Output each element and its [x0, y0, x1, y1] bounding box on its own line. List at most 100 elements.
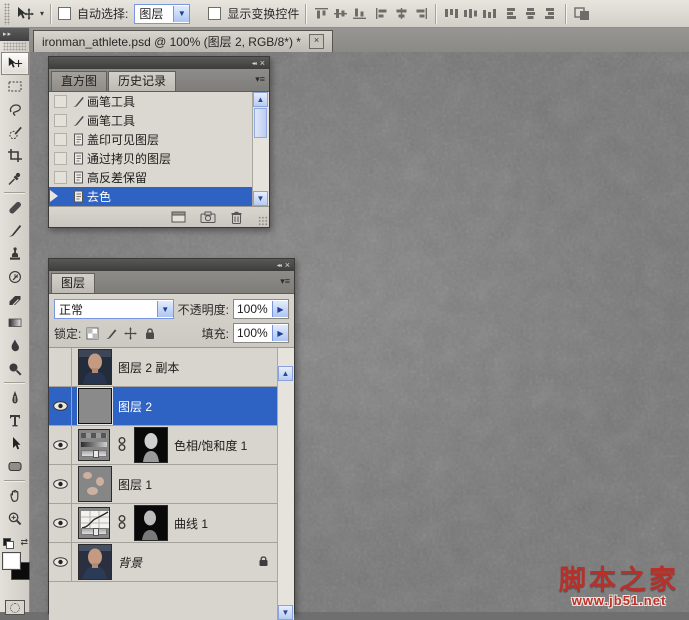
toolbox-collapse-icon[interactable]: ▸▸ — [0, 28, 29, 41]
layer-row[interactable]: 图层 2 副本 — [49, 348, 277, 387]
rectangular-marquee-tool[interactable] — [1, 75, 29, 98]
layer-row[interactable]: 曲线 1 — [49, 504, 277, 543]
distribute-vertical-centers-icon[interactable] — [462, 5, 479, 22]
scroll-down-icon[interactable]: ▼ — [278, 605, 293, 620]
collapse-panel-icon[interactable]: ◂◂ — [252, 60, 257, 67]
document-tab[interactable]: ironman_athlete.psd @ 100% (图层 2, RGB/8*… — [33, 30, 333, 52]
tab-histogram[interactable]: 直方图 — [51, 71, 108, 91]
eyedropper-tool[interactable] — [1, 167, 29, 190]
history-source-well[interactable] — [54, 152, 67, 165]
clone-stamp-tool[interactable] — [1, 242, 29, 265]
opacity-slider-arrow-icon[interactable]: ▶ — [272, 301, 288, 317]
panel-menu-icon[interactable]: ▾≡ — [280, 276, 290, 287]
align-vertical-centers-icon[interactable] — [332, 5, 349, 22]
layers-panel-titlebar[interactable]: ◂◂ × — [49, 259, 294, 271]
history-source-well[interactable] — [54, 133, 67, 146]
auto-select-checkbox[interactable] — [58, 7, 72, 20]
history-panel-titlebar[interactable]: ◂◂ × — [49, 57, 269, 69]
align-right-edges-icon[interactable] — [412, 5, 429, 22]
blur-tool[interactable] — [1, 334, 29, 357]
visibility-toggle[interactable] — [49, 387, 72, 425]
panel-menu-icon[interactable]: ▾≡ — [255, 74, 265, 85]
foreground-color-swatch[interactable] — [2, 552, 21, 570]
visibility-toggle-empty[interactable] — [49, 348, 72, 386]
layer-row[interactable]: 色相/饱和度 1 — [49, 426, 277, 465]
layer-row-selected[interactable]: 图层 2 — [49, 387, 277, 426]
history-item[interactable]: 高反差保留 — [49, 168, 252, 187]
pen-tool[interactable] — [1, 386, 29, 409]
default-colors-icon[interactable] — [3, 538, 14, 549]
quick-selection-tool[interactable] — [1, 121, 29, 144]
adjustment-thumbnail-hue-saturation[interactable] — [78, 429, 110, 461]
visibility-toggle[interactable] — [49, 465, 72, 503]
new-snapshot-camera-icon[interactable] — [200, 211, 216, 223]
lock-image-pixels-icon[interactable] — [104, 326, 119, 341]
layer-row[interactable]: 图层 1 — [49, 465, 277, 504]
new-document-from-state-icon[interactable] — [171, 211, 186, 223]
move-tool[interactable] — [1, 52, 29, 75]
toolbox-grip[interactable] — [3, 42, 26, 51]
close-panel-icon[interactable]: × — [285, 260, 290, 270]
zoom-tool[interactable] — [1, 507, 29, 530]
align-bottom-edges-icon[interactable] — [351, 5, 368, 22]
distribute-horizontal-centers-icon[interactable] — [523, 5, 540, 22]
collapse-panel-icon[interactable]: ◂◂ — [277, 262, 282, 269]
fill-slider-arrow-icon[interactable]: ▶ — [272, 325, 288, 341]
tool-preset-arrow[interactable]: ▾ — [40, 9, 44, 18]
history-source-well[interactable] — [54, 95, 67, 108]
lock-transparent-pixels-icon[interactable] — [85, 326, 100, 341]
history-item[interactable]: 画笔工具 — [49, 111, 252, 130]
history-item-selected[interactable]: 去色 — [49, 187, 252, 206]
distribute-left-edges-icon[interactable] — [504, 5, 521, 22]
opacity-field[interactable]: 100% ▶ — [233, 299, 289, 319]
scrollbar-thumb[interactable] — [254, 108, 267, 138]
gradient-tool[interactable] — [1, 311, 29, 334]
layer-row-background[interactable]: 背景 — [49, 543, 277, 582]
history-brush-source-marker[interactable] — [50, 190, 58, 202]
dropdown-arrow-icon[interactable]: ▼ — [156, 301, 173, 317]
close-panel-icon[interactable]: × — [260, 58, 265, 68]
layer-mask-thumbnail[interactable] — [134, 505, 168, 541]
history-item[interactable]: 盖印可见图层 — [49, 130, 252, 149]
hand-tool[interactable] — [1, 484, 29, 507]
shape-tool[interactable] — [1, 455, 29, 478]
history-item[interactable]: 通过拷贝的图层 — [49, 149, 252, 168]
layer-mask-thumbnail[interactable] — [134, 427, 168, 463]
tab-history[interactable]: 历史记录 — [108, 71, 177, 91]
align-top-edges-icon[interactable] — [313, 5, 330, 22]
show-transform-checkbox[interactable] — [208, 7, 222, 20]
auto-select-dropdown[interactable]: 图层 ▼ — [134, 3, 191, 24]
adjustment-thumbnail-curves[interactable] — [78, 507, 110, 539]
swap-colors-icon[interactable]: ⇄ — [20, 537, 28, 548]
fill-field[interactable]: 100% ▶ — [233, 323, 289, 343]
distribute-top-edges-icon[interactable] — [443, 5, 460, 22]
scroll-up-icon[interactable]: ▲ — [278, 366, 293, 381]
quick-mask-button[interactable] — [4, 600, 25, 615]
options-bar-grip[interactable] — [4, 2, 10, 25]
mask-link-icon[interactable] — [118, 436, 126, 455]
path-selection-tool[interactable] — [1, 432, 29, 455]
align-left-edges-icon[interactable] — [374, 5, 391, 22]
layers-scrollbar[interactable]: ▲ ▼ — [277, 348, 294, 620]
lasso-tool[interactable] — [1, 98, 29, 121]
auto-align-layers-icon[interactable] — [573, 5, 590, 22]
layer-thumbnail[interactable] — [78, 544, 112, 580]
history-item[interactable]: 画笔工具 — [49, 92, 252, 111]
history-brush-tool[interactable] — [1, 265, 29, 288]
tab-layers[interactable]: 图层 — [51, 273, 96, 293]
layer-thumbnail[interactable] — [78, 349, 112, 385]
distribute-bottom-edges-icon[interactable] — [481, 5, 498, 22]
close-document-icon[interactable]: × — [308, 34, 324, 49]
delete-trash-icon[interactable] — [230, 211, 243, 224]
type-tool[interactable] — [1, 409, 29, 432]
scroll-down-icon[interactable]: ▼ — [253, 191, 268, 206]
brush-tool[interactable] — [1, 219, 29, 242]
mask-link-icon[interactable] — [118, 514, 126, 533]
dropdown-arrow-icon[interactable]: ▼ — [173, 5, 190, 22]
crop-tool[interactable] — [1, 144, 29, 167]
visibility-toggle[interactable] — [49, 504, 72, 542]
layer-thumbnail[interactable] — [78, 388, 112, 424]
visibility-toggle[interactable] — [49, 543, 72, 581]
distribute-right-edges-icon[interactable] — [542, 5, 559, 22]
lock-position-icon[interactable] — [123, 326, 138, 341]
